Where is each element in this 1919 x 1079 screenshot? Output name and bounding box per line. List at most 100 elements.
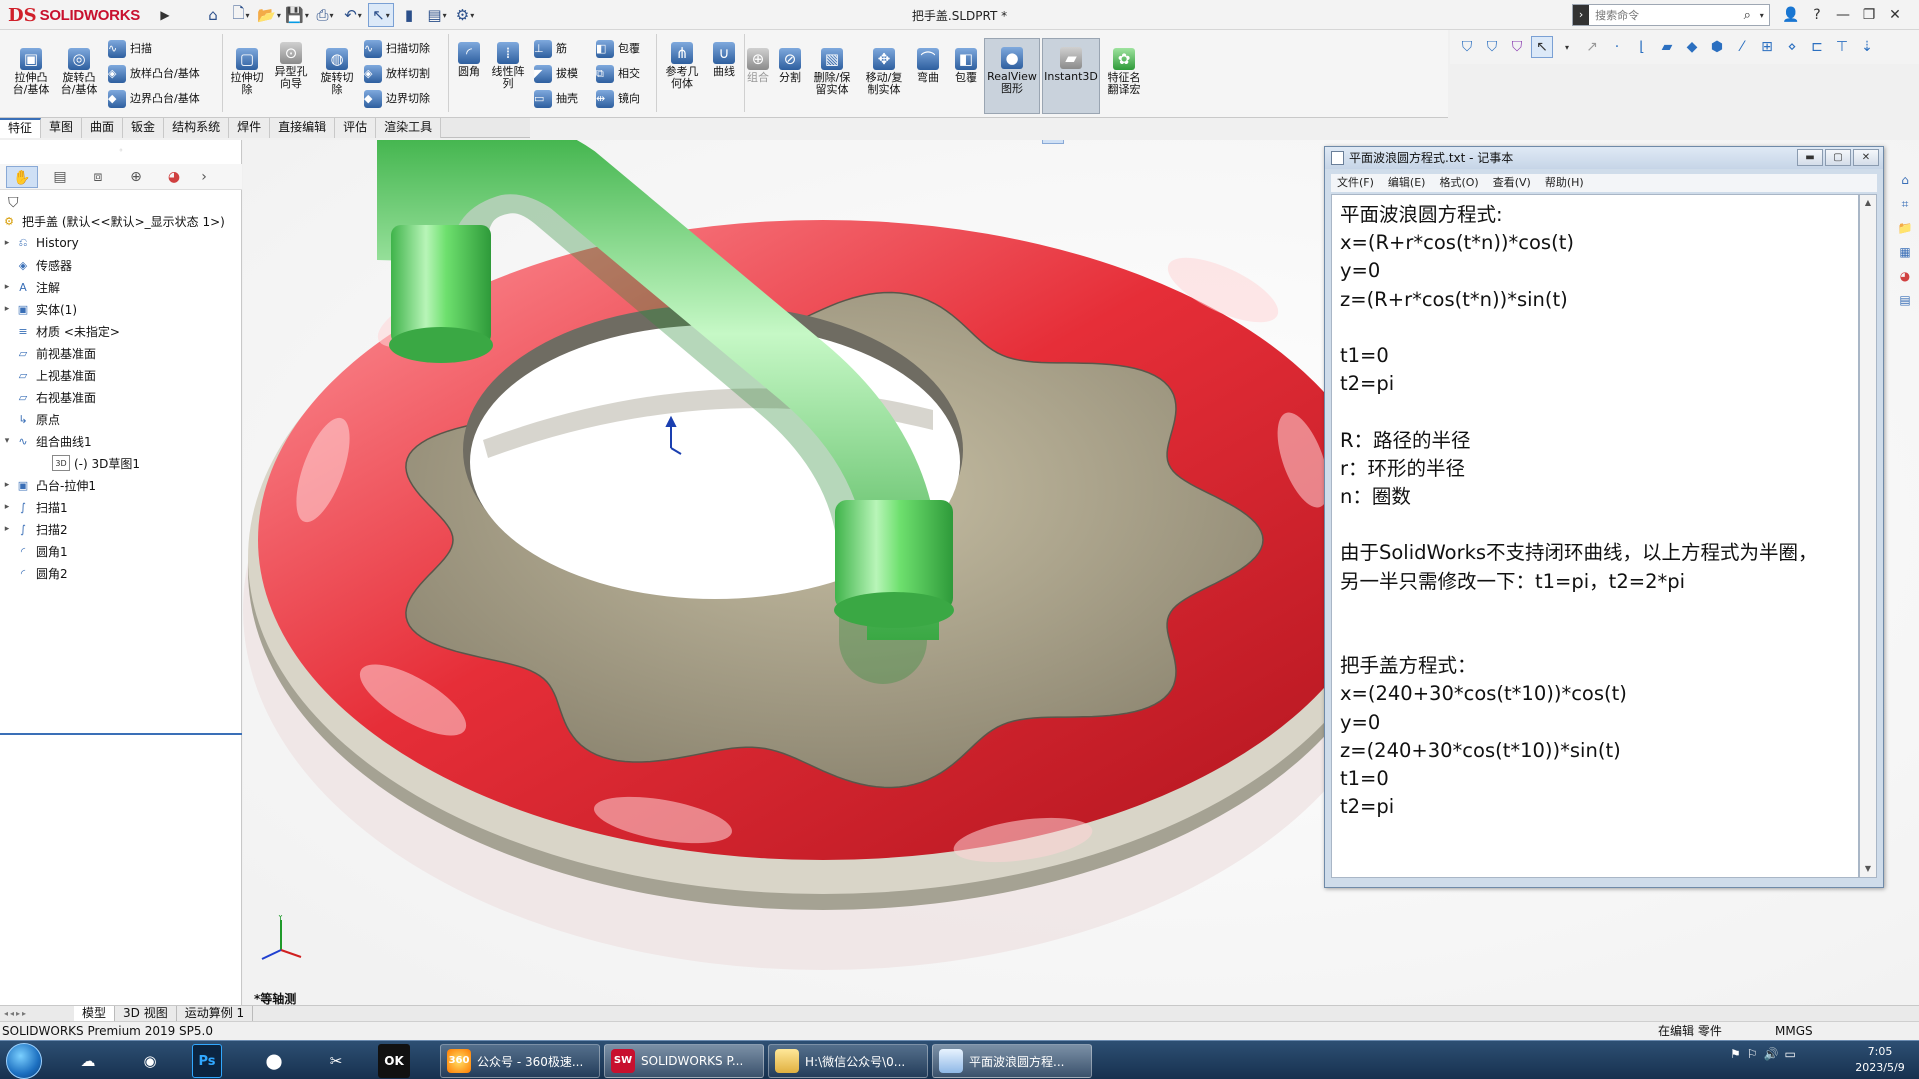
tray-app-icon[interactable]: ⚑ (1730, 1047, 1741, 1061)
dynamic-annotation-icon[interactable]: ▦ (990, 140, 1012, 144)
tree-filter-icon[interactable]: ⛉ (8, 195, 19, 211)
feature-translate-macro-button[interactable]: ✿ 特征名 翻译宏 (1102, 48, 1146, 96)
tray-flag-icon[interactable]: ⚐ (1747, 1047, 1758, 1061)
view-settings-icon[interactable]: ◕ (1146, 140, 1168, 144)
unit-system[interactable]: MMGS (1775, 1022, 1813, 1040)
revolve-cut-button[interactable]: ◍ 旋转切 除 (316, 48, 358, 96)
dimxpertmanager-tab-icon[interactable]: ⊕ (120, 166, 152, 188)
tree-root[interactable]: ⚙ 把手盖 (默认<<默认>_显示状态 1>) (0, 210, 242, 232)
select-arrow-icon[interactable]: ↖ (1531, 36, 1553, 58)
filter-toggle-icon[interactable]: ⛉ (1506, 36, 1528, 58)
notepad-window[interactable]: 平面波浪圆方程式.txt - 记事本 ▬ ▢ ✕ 文件(F) 编辑(E) 格式(… (1324, 146, 1884, 888)
rebuild-traffic-light-icon[interactable]: ▮ (396, 3, 422, 27)
filter-icon[interactable]: ⛉ (1456, 36, 1478, 58)
curves-button[interactable]: ∪ 曲线 (706, 42, 742, 78)
tab-scroll-arrows-icon[interactable]: ◂◂▸▸ (0, 1009, 74, 1018)
search-commands-box[interactable]: › ⌕ ▾ (1572, 4, 1770, 26)
search-dropdown-icon[interactable]: ▾ (1755, 11, 1769, 20)
featuremanager-tab-icon[interactable]: ✋ (6, 165, 38, 188)
menu-format[interactable]: 格式(O) (1439, 174, 1478, 192)
restore-icon[interactable]: ❐ (1858, 7, 1880, 23)
filter-vertices-icon[interactable]: ⋅ (1606, 36, 1628, 58)
taskbar-notepad[interactable]: 平面波浪圆方程... (932, 1044, 1092, 1078)
scroll-up-icon[interactable]: ▲ (1860, 195, 1876, 211)
revolve-boss-button[interactable]: ◎ 旋转凸 台/基体 (58, 48, 100, 96)
delete-keep-body-button[interactable]: ▧ 删除/保 留实体 (810, 48, 854, 96)
select-lock-icon[interactable]: ↗ (1581, 36, 1603, 58)
combine-button[interactable]: ⊕ 组合 (746, 48, 770, 84)
photoshop-icon[interactable]: Ps (192, 1044, 222, 1078)
select-dropdown-icon[interactable]: ▾ (1556, 36, 1578, 58)
tree-item[interactable]: ▱ 右视基准面 (0, 386, 242, 408)
realview-graphics-button[interactable]: ● RealView 图形 (984, 38, 1040, 114)
new-document-icon[interactable]: 🗋 ▾ (228, 3, 254, 27)
flex-button[interactable]: ⌒ 弯曲 (914, 48, 942, 84)
view-orientation-icon[interactable]: ⟂ (860, 140, 882, 144)
zoom-to-area-icon[interactable]: ⌕ (912, 140, 934, 144)
scroll-down-icon[interactable]: ▼ (1860, 861, 1876, 877)
file-properties-icon[interactable]: ▤ ▾ (424, 3, 450, 27)
baidu-netdisk-icon[interactable]: ☁ (68, 1044, 108, 1078)
tree-item[interactable]: ▸ ∫ 扫描1 (0, 496, 242, 518)
taskbar-clock[interactable]: 7:05 2023/5/9 (1845, 1044, 1915, 1076)
select-arrow-icon[interactable]: ↖ ▾ (368, 3, 394, 27)
swept-cut-button[interactable]: ∿ 扫描切除 (364, 40, 430, 58)
tree-expand-icon[interactable]: ▸ (0, 238, 14, 248)
view-palette-icon[interactable]: ✎ (1016, 140, 1038, 144)
move-copy-body-button[interactable]: ✥ 移动/复 制实体 (862, 48, 906, 96)
filter-clear-icon[interactable]: ⛉ (1481, 36, 1503, 58)
ok-app-icon[interactable]: OK (378, 1044, 410, 1078)
tab-features[interactable]: 特征 (0, 118, 42, 138)
tree-item[interactable]: 3D (-) 3D草图1 (0, 452, 242, 474)
section-view-icon[interactable]: ◩ (964, 140, 986, 144)
filter-more-icon[interactable]: ⇣ (1856, 36, 1878, 58)
tab-direct-editing[interactable]: 直接编辑 (270, 118, 336, 138)
linear-pattern-button[interactable]: ⁞ 线性阵 列 (488, 42, 528, 90)
open-file-icon[interactable]: 📂 ▾ (256, 3, 282, 27)
notepad-title-bar[interactable]: 平面波浪圆方程式.txt - 记事本 ▬ ▢ ✕ (1325, 147, 1883, 169)
tree-item[interactable]: ≡ 材质 <未指定> (0, 320, 242, 342)
custom-properties-icon[interactable]: ▤ (1895, 290, 1915, 310)
tab-surfaces[interactable]: 曲面 (82, 118, 124, 138)
notepad-maximize-icon[interactable]: ▢ (1825, 149, 1851, 166)
solidworks-logo[interactable]: DS SOLIDWORKS (8, 4, 156, 26)
tree-item[interactable]: ◜ 圆角2 (0, 562, 242, 584)
options-gear-icon[interactable]: ⚙ ▾ (452, 3, 478, 27)
tab-sketch[interactable]: 草图 (41, 118, 83, 138)
pane-grip[interactable]: ◦ (0, 146, 242, 155)
tree-item[interactable]: ◈ 传感器 (0, 254, 242, 276)
menu-expand-arrow-icon[interactable]: ▶ (158, 5, 172, 25)
volume-icon[interactable]: 🔊 (1764, 1047, 1779, 1061)
notepad-scrollbar[interactable]: ▲ ▼ (1859, 194, 1877, 878)
taskbar-solidworks[interactable]: SW SOLIDWORKS P... (604, 1044, 764, 1078)
start-button[interactable] (6, 1043, 42, 1079)
displaymanager-tab-icon[interactable]: ◕ (158, 166, 190, 188)
intersect-button[interactable]: ⧉ 相交 (596, 65, 640, 83)
menu-file[interactable]: 文件(F) (1337, 174, 1374, 192)
draft-button[interactable]: ◤ 拔模 (534, 65, 578, 83)
shell-button[interactable]: ▭ 抽壳 (534, 90, 578, 108)
rollback-bar[interactable] (0, 733, 242, 735)
apply-scene-icon[interactable]: ◉ (1120, 140, 1142, 144)
boundary-cut-button[interactable]: ◆ 边界切除 (364, 90, 430, 108)
tab-render-tools[interactable]: 渲染工具 (376, 118, 442, 138)
display-style-icon[interactable]: ⬡ (1042, 140, 1064, 144)
solidworks-resources-icon[interactable]: ⌂ (1895, 170, 1915, 190)
menu-help[interactable]: 帮助(H) (1545, 174, 1584, 192)
tree-item[interactable]: ▸ ▣ 凸台-拉伸1 (0, 474, 242, 496)
filter-solid-bodies-icon[interactable]: ⬢ (1706, 36, 1728, 58)
home-icon[interactable]: ⌂ (200, 3, 226, 27)
filter-faces-icon[interactable]: ▰ (1656, 36, 1678, 58)
browser-icon[interactable]: ◉ (130, 1044, 170, 1078)
tree-item[interactable]: ▸ ⎌ History (0, 232, 242, 254)
tab-structure-system[interactable]: 结构系统 (164, 118, 230, 138)
wrap-button[interactable]: ◧ 包覆 (596, 40, 640, 58)
menu-view[interactable]: 查看(V) (1493, 174, 1531, 192)
save-icon[interactable]: 💾 ▾ (284, 3, 310, 27)
user-account-icon[interactable]: 👤 (1780, 7, 1802, 23)
tree-item[interactable]: ▱ 上视基准面 (0, 364, 242, 386)
design-library-icon[interactable]: ⌗ (1895, 194, 1915, 214)
tree-item[interactable]: ↳ 原点 (0, 408, 242, 430)
search-icon[interactable]: ⌕ (1740, 8, 1754, 23)
wrap-feature-button[interactable]: ◧ 包覆 (950, 48, 982, 84)
